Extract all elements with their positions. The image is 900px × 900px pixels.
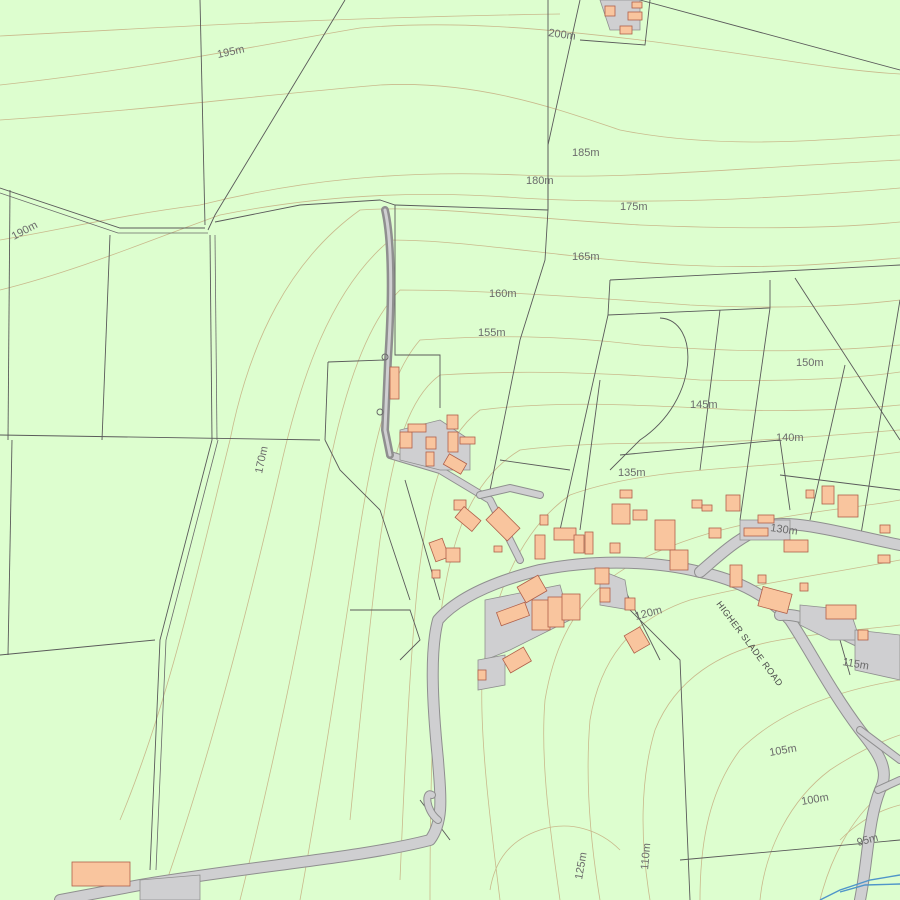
contour-label: 150m — [796, 357, 824, 369]
contour-label: 135m — [618, 467, 646, 479]
roads — [54, 206, 900, 900]
contour-label: 105m — [768, 742, 797, 759]
map-canvas[interactable]: 200m 195m 190m 185m 180m 175m 170m 165m … — [0, 0, 900, 900]
contour-label: 200m — [548, 27, 577, 43]
contour-label: 140m — [776, 432, 804, 444]
contour-label: 170m — [253, 445, 270, 474]
contour-label: 95m — [856, 832, 880, 849]
buildings — [71, 1, 891, 887]
contour-label: 190m — [10, 219, 40, 243]
contour-label: 180m — [526, 175, 554, 187]
contour-label: 125m — [573, 851, 590, 880]
contour-label: 165m — [572, 251, 600, 263]
contour-label: 175m — [620, 201, 648, 213]
contour-label: 110m — [639, 843, 653, 871]
contour-label: 155m — [478, 327, 506, 339]
contour-label: 185m — [572, 147, 600, 159]
contour-label: 195m — [216, 43, 245, 60]
contour-label: 145m — [690, 399, 718, 411]
contour-label: 160m — [489, 288, 517, 300]
